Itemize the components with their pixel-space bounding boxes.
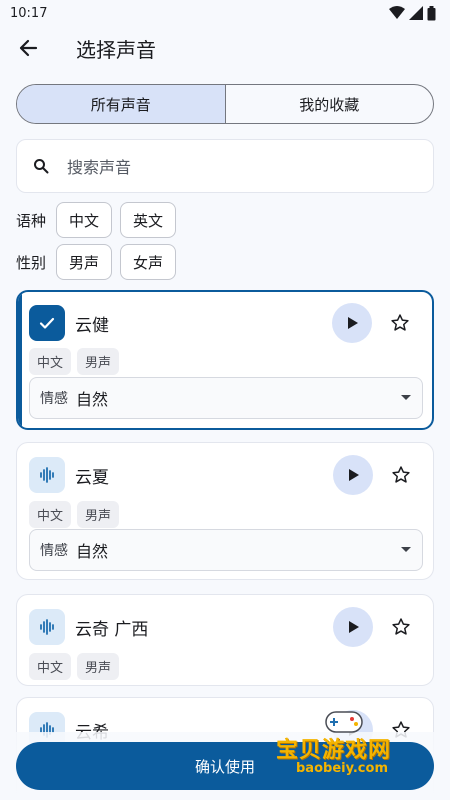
status-bar: 10:17 — [0, 0, 450, 26]
status-icons — [389, 5, 436, 21]
play-button[interactable] — [333, 455, 373, 495]
play-button[interactable] — [333, 607, 373, 647]
emotion-dropdown[interactable]: 情感 自然 — [29, 529, 423, 571]
arrow-back-icon — [19, 39, 38, 57]
tag-gender: 男声 — [77, 653, 120, 680]
app-bar: 选择声音 — [0, 26, 450, 70]
play-icon — [349, 469, 359, 481]
dropdown-arrow-icon — [401, 395, 411, 400]
battery-icon — [427, 5, 436, 20]
chip-female[interactable]: 女声 — [120, 244, 177, 280]
voice-card-header: 云健 — [29, 303, 420, 343]
voice-name: 云健 — [75, 315, 109, 336]
emotion-dropdown[interactable]: 情感 自然 — [29, 377, 423, 419]
sound-wave-icon — [40, 619, 54, 635]
emotion-value: 自然 — [76, 542, 109, 561]
favorite-button[interactable] — [380, 303, 420, 343]
tag-language: 中文 — [29, 501, 72, 528]
watermark-url: baobeiy.com — [296, 761, 388, 776]
search-placeholder: 搜索声音 — [67, 158, 132, 177]
favorite-button[interactable] — [381, 455, 421, 495]
tag-gender: 男声 — [77, 501, 120, 528]
favorite-button[interactable] — [381, 607, 421, 647]
sound-wave-icon — [40, 467, 54, 483]
signal-icon — [409, 6, 423, 20]
voice-name: 云夏 — [75, 467, 109, 488]
star-outline-icon — [392, 466, 410, 483]
voice-tags: 中文 男声 — [29, 348, 120, 375]
voice-tags: 中文 男声 — [29, 653, 120, 680]
star-outline-icon — [391, 314, 409, 331]
chip-english[interactable]: 英文 — [120, 202, 177, 238]
play-icon — [348, 317, 358, 329]
emotion-label: 情感 — [40, 391, 68, 407]
filter-gender-row: 性别 男声 女声 — [16, 244, 177, 280]
voice-avatar — [29, 457, 65, 493]
watermark-title: 宝贝游戏网 — [276, 738, 392, 763]
emotion-label: 情感 — [40, 543, 68, 559]
tag-language: 中文 — [29, 348, 72, 375]
voice-card-yunxia[interactable]: 云夏 中文 男声 情感 自然 — [16, 442, 434, 580]
wifi-icon — [389, 6, 405, 19]
dropdown-arrow-icon — [401, 547, 411, 552]
selected-check-box[interactable] — [29, 305, 65, 341]
page-title: 选择声音 — [76, 37, 156, 62]
check-icon — [39, 317, 55, 329]
voice-card-header: 云夏 — [29, 455, 421, 495]
star-outline-icon — [392, 618, 410, 635]
chip-male[interactable]: 男声 — [56, 244, 113, 280]
play-icon — [349, 621, 359, 633]
tag-gender: 男声 — [77, 348, 120, 375]
voice-card-header: 云奇 广西 — [29, 607, 421, 647]
voice-name: 云奇 广西 — [75, 619, 149, 640]
play-button[interactable] — [332, 303, 372, 343]
voice-card-yunjian[interactable]: 云健 中文 男声 情感 自然 — [16, 290, 434, 430]
emotion-value: 自然 — [76, 390, 109, 409]
tag-language: 中文 — [29, 653, 72, 680]
voice-card-yunqi-guangxi[interactable]: 云奇 广西 中文 男声 — [16, 594, 434, 686]
voice-tags: 中文 男声 — [29, 501, 120, 528]
filter-language-row: 语种 中文 英文 — [16, 202, 177, 238]
search-icon — [34, 159, 49, 174]
search-input[interactable]: 搜索声音 — [16, 139, 434, 193]
chip-chinese[interactable]: 中文 — [56, 202, 113, 238]
watermark: 宝贝游戏网 baobeiy.com — [276, 706, 426, 780]
back-button[interactable] — [0, 26, 56, 70]
filter-gender-label: 性别 — [16, 253, 47, 272]
voice-avatar — [29, 609, 65, 645]
filter-language-label: 语种 — [16, 211, 47, 230]
tab-favorites[interactable]: 我的收藏 — [224, 85, 434, 123]
segmented-tabs: 所有声音 我的收藏 — [16, 84, 434, 124]
status-time: 10:17 — [10, 5, 48, 21]
tab-all-voices[interactable]: 所有声音 — [17, 85, 225, 123]
